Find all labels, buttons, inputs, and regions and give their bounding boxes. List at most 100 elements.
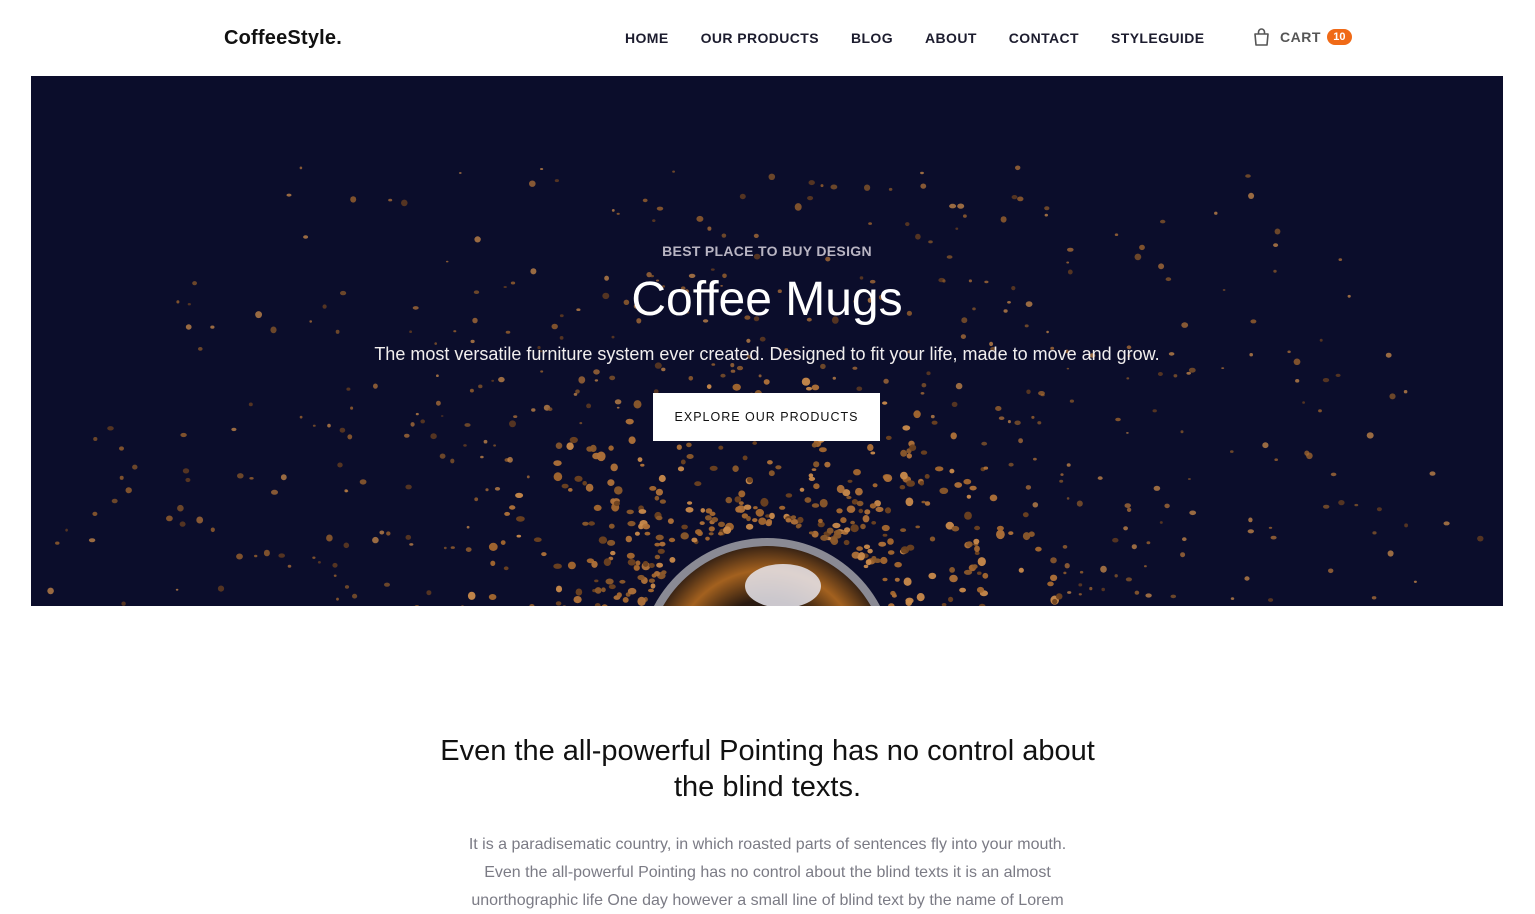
coffee-grain bbox=[1131, 544, 1137, 550]
coffee-grain bbox=[248, 402, 253, 407]
coffee-grain bbox=[111, 498, 118, 504]
coffee-grain bbox=[1274, 458, 1278, 462]
nav-blog[interactable]: BLOG bbox=[851, 30, 893, 46]
coffee-grain bbox=[488, 594, 497, 600]
coffee-grain bbox=[1063, 571, 1067, 575]
hero-eyebrow: BEST PLACE TO BUY DESIGN bbox=[662, 243, 872, 259]
coffee-grain bbox=[710, 268, 715, 271]
coffee-grain bbox=[568, 488, 573, 492]
coffee-grain bbox=[346, 387, 351, 391]
coffee-grain bbox=[1180, 430, 1184, 434]
nav-about[interactable]: ABOUT bbox=[925, 30, 977, 46]
coffee-grain bbox=[949, 468, 955, 474]
coffee-grain bbox=[882, 577, 888, 582]
coffee-grain bbox=[687, 501, 693, 505]
coffee-grain bbox=[850, 520, 855, 525]
nav-our-products[interactable]: OUR PRODUCTS bbox=[701, 30, 819, 46]
coffee-grain bbox=[594, 579, 599, 583]
coffee-grain bbox=[867, 444, 874, 451]
coffee-grain bbox=[875, 506, 884, 513]
coffee-grain bbox=[742, 455, 748, 461]
coffee-grain bbox=[640, 463, 645, 467]
coffee-grain bbox=[504, 511, 510, 516]
coffee-grain bbox=[1164, 503, 1170, 509]
coffee-grain bbox=[807, 196, 814, 201]
coffee-grain bbox=[236, 553, 243, 560]
coffee-grain bbox=[611, 209, 615, 212]
coffee-grain bbox=[608, 523, 615, 529]
site-logo[interactable]: CoffeeStyle. bbox=[224, 27, 342, 50]
coffee-grain bbox=[1403, 390, 1408, 394]
coffee-grain bbox=[840, 517, 847, 524]
intro-text-line: unorthographic life One day however a sm… bbox=[471, 892, 1064, 909]
coffee-grain bbox=[820, 184, 824, 188]
coffee-grain bbox=[916, 593, 925, 602]
coffee-grain bbox=[1268, 526, 1273, 529]
nav-styleguide[interactable]: STYLEGUIDE bbox=[1111, 30, 1204, 46]
coffee-grain bbox=[379, 530, 385, 535]
coffee-grain bbox=[125, 487, 132, 494]
coffee-grain bbox=[638, 509, 647, 514]
coffee-grain bbox=[902, 425, 911, 431]
coffee-grain bbox=[758, 374, 762, 378]
coffee-grain bbox=[905, 222, 910, 227]
coffee-grain bbox=[415, 412, 419, 416]
coffee-grain bbox=[616, 592, 622, 598]
coffee-grain bbox=[601, 604, 608, 606]
coffee-grain bbox=[888, 603, 895, 606]
coffee-grain bbox=[1066, 367, 1070, 370]
coffee-grain bbox=[900, 449, 907, 457]
coffee-grain bbox=[372, 536, 379, 544]
nav-contact[interactable]: CONTACT bbox=[1009, 30, 1079, 46]
coffee-grain bbox=[769, 512, 775, 520]
coffee-grain bbox=[905, 597, 914, 604]
coffee-grain bbox=[708, 526, 715, 532]
coffee-grain bbox=[869, 503, 877, 509]
coffee-grain bbox=[681, 524, 688, 530]
coffee-grain bbox=[55, 541, 60, 545]
coffee-grain bbox=[470, 339, 475, 344]
coffee-grain bbox=[691, 537, 698, 543]
coffee-grain bbox=[337, 462, 343, 468]
coffee-grain bbox=[736, 365, 744, 371]
nav-home[interactable]: HOME bbox=[625, 30, 669, 46]
coffee-grain bbox=[1078, 583, 1083, 587]
hero-subtitle: The most versatile furniture system ever… bbox=[374, 344, 1160, 364]
coffee-grain bbox=[732, 465, 739, 473]
coffee-grain bbox=[951, 525, 960, 532]
coffee-grain bbox=[1062, 545, 1068, 549]
coffee-grain bbox=[1230, 597, 1235, 600]
coffee-grain bbox=[485, 488, 489, 492]
coffee-grain bbox=[553, 460, 562, 466]
coffee-grain bbox=[633, 400, 642, 409]
intro-title-line: Even the all-powerful Pointing has no co… bbox=[440, 735, 1095, 767]
coffee-grain bbox=[1186, 371, 1191, 375]
coffee-grain bbox=[574, 475, 583, 482]
coffee-grain bbox=[573, 596, 582, 604]
coffee-grain bbox=[516, 534, 522, 538]
coffee-grain bbox=[1000, 216, 1007, 223]
coffee-grain bbox=[836, 508, 843, 514]
coffee-grain bbox=[333, 574, 337, 577]
coffee-grain bbox=[474, 236, 481, 243]
coffee-grain bbox=[1022, 532, 1031, 541]
coffee-grain bbox=[480, 455, 484, 459]
coffee-grain bbox=[526, 475, 530, 479]
coffee-grain bbox=[1404, 523, 1408, 528]
coffee-grain bbox=[254, 554, 258, 558]
coffee-grain bbox=[903, 577, 912, 586]
coffee-grain bbox=[659, 499, 667, 504]
coffee-grain bbox=[830, 184, 838, 190]
coffee-grain bbox=[1144, 565, 1147, 568]
coffee-grain bbox=[659, 541, 666, 547]
coffee-grain bbox=[231, 427, 237, 432]
coffee-grain bbox=[1389, 393, 1396, 400]
explore-products-button[interactable]: EXPLORE OUR PRODUCTS bbox=[653, 393, 880, 441]
coffee-grain bbox=[299, 166, 303, 170]
coffee-grain bbox=[763, 379, 770, 385]
coffee-grain bbox=[1262, 442, 1269, 449]
coffee-grain bbox=[948, 596, 954, 603]
coffee-grain bbox=[720, 373, 726, 378]
coffee-grain bbox=[1008, 462, 1014, 467]
cart-link[interactable]: CART 10 bbox=[1253, 28, 1352, 46]
